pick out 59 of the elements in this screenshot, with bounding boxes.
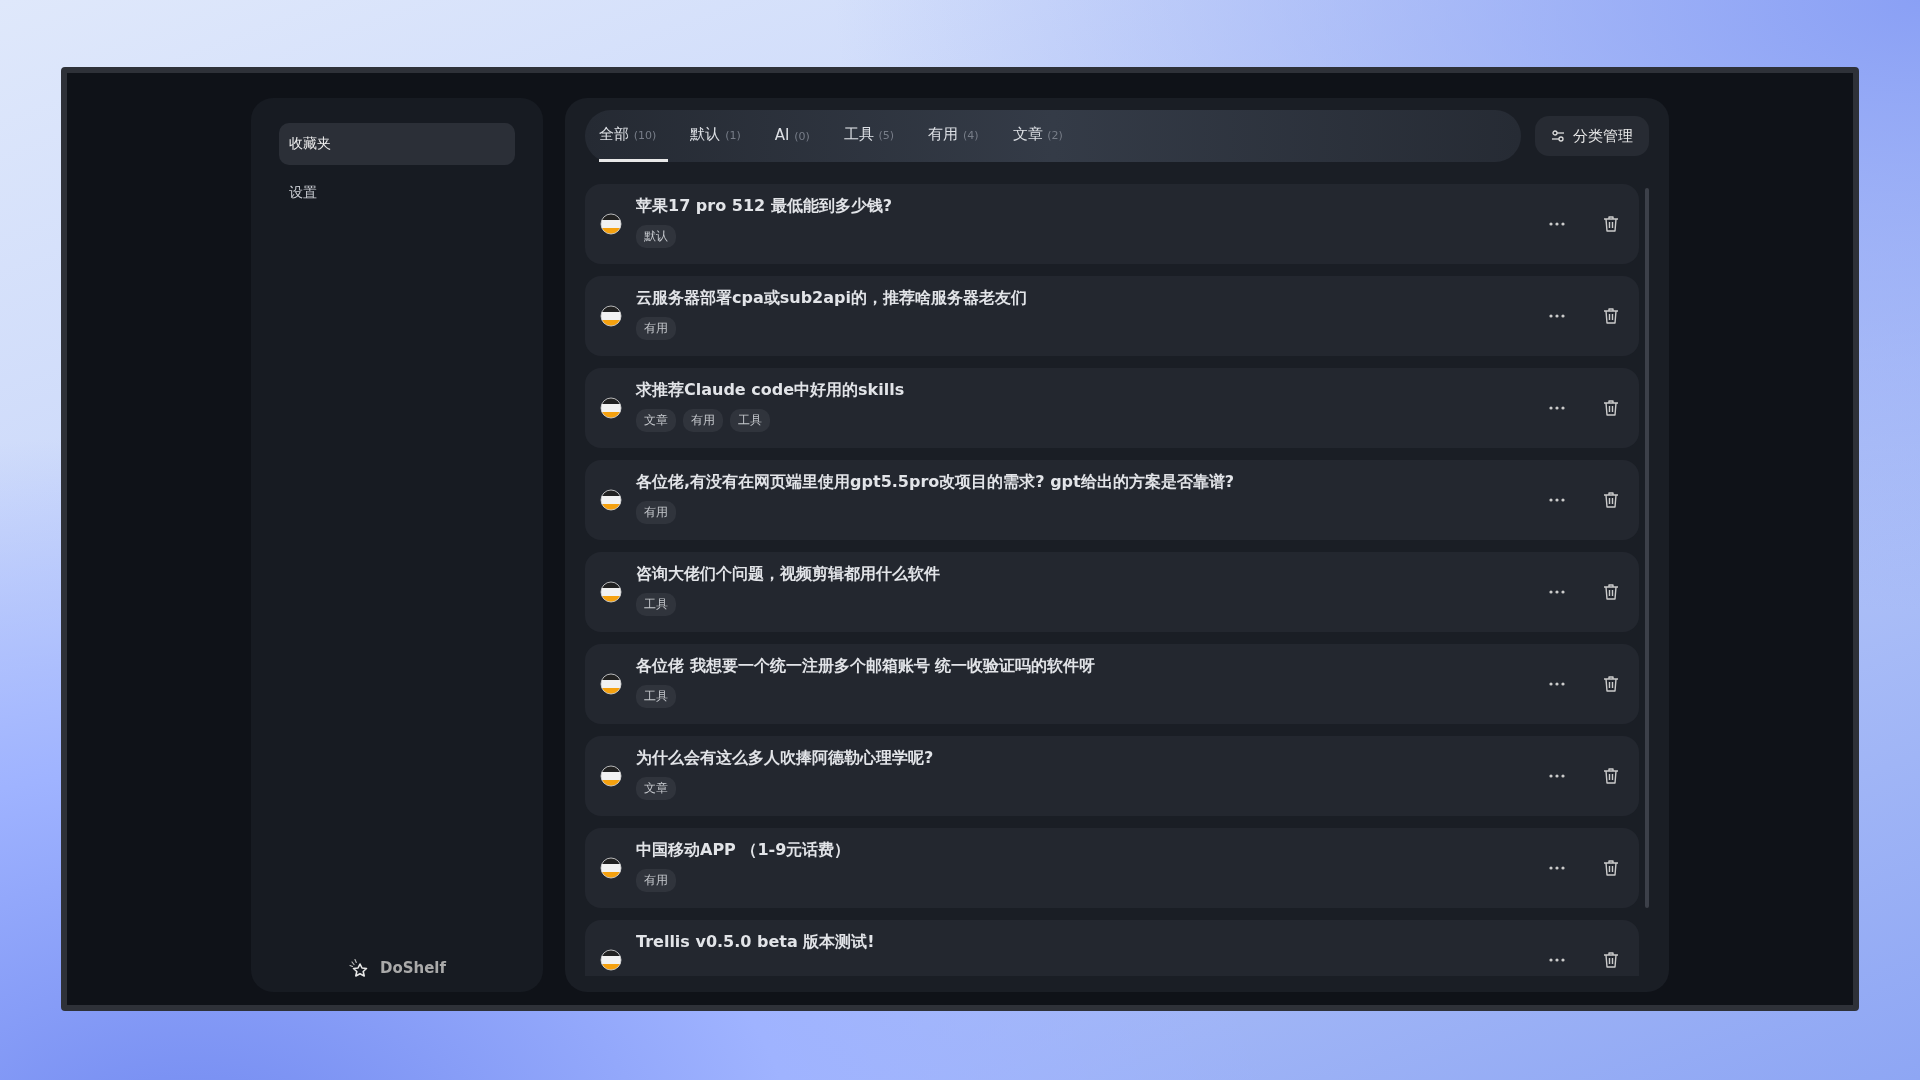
site-favicon-icon	[600, 765, 622, 787]
site-favicon-icon	[600, 489, 622, 511]
bookmark-title[interactable]: 各位佬 我想要一个统一注册多个邮箱账号 统一收验证吗的软件呀	[636, 656, 1513, 677]
category-tab[interactable]: 文章 (2)	[1012, 110, 1075, 162]
bookmark-title[interactable]: 苹果17 pro 512 最低能到多少钱?	[636, 196, 1513, 217]
sidebar-item[interactable]: 收藏夹	[279, 123, 515, 165]
category-tab[interactable]: AI (0)	[774, 110, 822, 162]
category-tab[interactable]: 有用 (4)	[928, 110, 991, 162]
delete-icon[interactable]	[1601, 858, 1621, 878]
sliders-icon	[1551, 129, 1565, 143]
bookmark-card[interactable]: 为什么会有这么多人吹捧阿德勒心理学呢? 文章	[585, 736, 1639, 816]
tag-chip: 默认	[636, 225, 676, 248]
bookmark-card[interactable]: 各位佬 我想要一个统一注册多个邮箱账号 统一收验证吗的软件呀 工具	[585, 644, 1639, 724]
site-favicon-icon	[600, 949, 622, 971]
bookmark-card[interactable]: 苹果17 pro 512 最低能到多少钱? 默认	[585, 184, 1639, 264]
delete-icon[interactable]	[1601, 398, 1621, 418]
tag-chip: 有用	[683, 409, 723, 432]
delete-icon[interactable]	[1601, 582, 1621, 602]
site-favicon-icon	[600, 305, 622, 327]
star-logo-icon	[347, 958, 370, 978]
category-tab[interactable]: 全部 (10)	[599, 110, 669, 162]
bookmark-card[interactable]: 求推荐Claude code中好用的skills 文章 有用 工具	[585, 368, 1639, 448]
scrollbar[interactable]	[1645, 188, 1649, 908]
tag-chip: 有用	[636, 501, 676, 524]
tag-chip: 工具	[730, 409, 770, 432]
tag-chip: 文章	[636, 777, 676, 800]
bookmark-title[interactable]: 求推荐Claude code中好用的skills	[636, 380, 1513, 401]
delete-icon[interactable]	[1601, 490, 1621, 510]
bookmark-title[interactable]: 为什么会有这么多人吹捧阿德勒心理学呢?	[636, 748, 1513, 769]
tag-chip: 有用	[636, 869, 676, 892]
site-favicon-icon	[600, 581, 622, 603]
site-favicon-icon	[600, 857, 622, 879]
bookmark-title[interactable]: Trellis v0.5.0 beta 版本测试!	[636, 932, 1513, 953]
delete-icon[interactable]	[1601, 766, 1621, 786]
tag-chip: 文章	[636, 409, 676, 432]
tag-chip: 有用	[636, 317, 676, 340]
bookmark-card[interactable]: 咨询大佬们个问题，视频剪辑都用什么软件 工具	[585, 552, 1639, 632]
site-favicon-icon	[600, 673, 622, 695]
site-favicon-icon	[600, 397, 622, 419]
tag-chip: 工具	[636, 685, 676, 708]
delete-icon[interactable]	[1601, 950, 1621, 970]
bookmark-title[interactable]: 云服务器部署cpa或sub2api的，推荐啥服务器老友们	[636, 288, 1513, 309]
bookmark-card[interactable]: 各位佬,有没有在网页端里使用gpt5.5pro改项目的需求? gpt给出的方案是否靠谱? 有用	[585, 460, 1639, 540]
bookmark-title[interactable]: 咨询大佬们个问题，视频剪辑都用什么软件	[636, 564, 1513, 585]
bookmark-card[interactable]: 中国移动APP （1-9元话费） 有用	[585, 828, 1639, 908]
category-tab[interactable]: 默认 (1)	[690, 110, 753, 162]
bookmark-card[interactable]: Trellis v0.5.0 beta 版本测试!	[585, 920, 1639, 976]
bookmark-title[interactable]: 中国移动APP （1-9元话费）	[636, 840, 1513, 861]
tag-chip: 工具	[636, 593, 676, 616]
delete-icon[interactable]	[1601, 214, 1621, 234]
category-tab[interactable]: 工具 (5)	[843, 110, 907, 162]
manage-categories-button[interactable]: 分类管理	[1535, 116, 1649, 156]
bookmark-title[interactable]: 各位佬,有没有在网页端里使用gpt5.5pro改项目的需求? gpt给出的方案是否靠谱?	[636, 472, 1513, 493]
delete-icon[interactable]	[1601, 306, 1621, 326]
site-favicon-icon	[600, 213, 622, 235]
app-name: DoShelf	[379, 959, 447, 977]
delete-icon[interactable]	[1601, 674, 1621, 694]
sidebar-item[interactable]: 设置	[279, 172, 515, 214]
bookmark-card[interactable]: 云服务器部署cpa或sub2api的，推荐啥服务器老友们 有用	[585, 276, 1639, 356]
